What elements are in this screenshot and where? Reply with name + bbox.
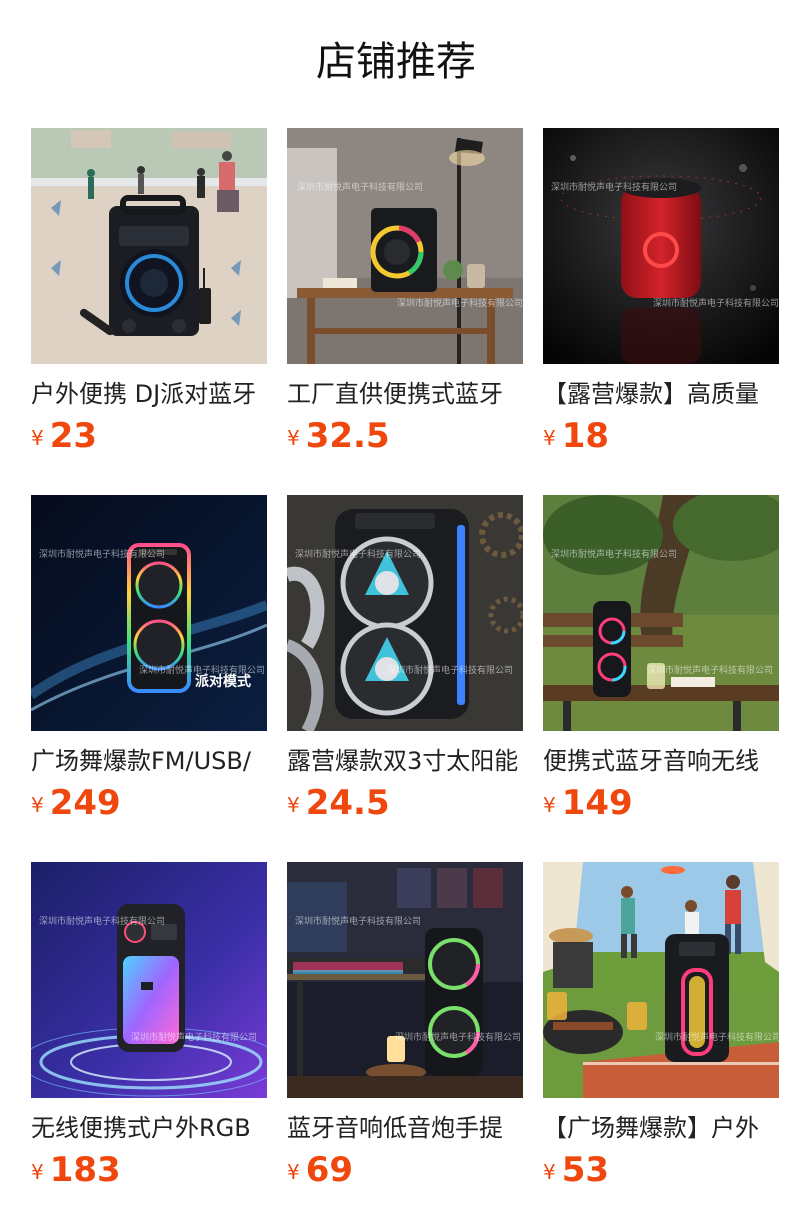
product-price: ¥23 [31,418,267,454]
currency-symbol: ¥ [543,426,556,450]
product-price: ¥149 [543,785,779,821]
currency-symbol: ¥ [31,426,44,450]
watermark-text: 深圳市耐悦声电子科技有限公司 [551,183,678,193]
watermark-text: 深圳市耐悦声电子科技有限公司 [295,550,422,560]
product-card[interactable]: 深圳市耐悦声电子科技有限公司 深圳市耐悦声电子科技有限公司 便携式蓝牙音响无线 … [543,495,779,832]
rgb-tower-speaker-image[interactable]: 深圳市耐悦声电子科技有限公司 深圳市耐悦声电子科技有限公司 派对模式 [31,495,267,731]
currency-symbol: ¥ [31,793,44,817]
watermark-text: 深圳市耐悦声电子科技有限公司 [131,1033,258,1043]
product-price: ¥53 [543,1152,779,1188]
product-name[interactable]: 工厂直供便携式蓝牙 [287,379,523,409]
watermark-text: 深圳市耐悦声电子科技有限公司 [647,666,774,676]
product-name[interactable]: 【露营爆款】高质量 [543,379,779,409]
party-speaker-plaza-image[interactable] [31,128,267,364]
product-price: ¥69 [287,1152,523,1188]
picnic-party-speaker-image[interactable]: 深圳市耐悦声电子科技有限公司 [543,862,779,1098]
product-card[interactable]: 深圳市耐悦声电子科技有限公司 深圳市耐悦声电子科技有限公司 蓝牙音响低音炮手提 … [287,862,523,1199]
party-mode-badge: 派对模式 [195,674,251,690]
price-amount: 23 [49,416,98,456]
watermark-text: 深圳市耐悦声电子科技有限公司 [295,917,422,927]
glitter-speaker-image[interactable]: 深圳市耐悦声电子科技有限公司 深圳市耐悦声电子科技有限公司 [31,862,267,1098]
page-title: 店铺推荐 [316,39,476,85]
product-name[interactable]: 蓝牙音响低音炮手提 [287,1113,523,1143]
robot-speaker-image[interactable]: 深圳市耐悦声电子科技有限公司 深圳市耐悦声电子科技有限公司 [287,495,523,731]
watermark-text: 深圳市耐悦声电子科技有限公司 [39,917,166,927]
product-card[interactable]: 深圳市耐悦声电子科技有限公司 深圳市耐悦声电子科技有限公司 【露营爆款】高质量 … [543,128,779,465]
product-price: ¥18 [543,418,779,454]
watermark-text: 深圳市耐悦声电子科技有限公司 [395,1033,522,1043]
watermark-text: 深圳市耐悦声电子科技有限公司 [551,550,678,560]
price-amount: 32.5 [305,416,390,456]
watermark-text: 深圳市耐悦声电子科技有限公司 [397,299,523,309]
currency-symbol: ¥ [287,793,300,817]
product-card[interactable]: 户外便携 DJ派对蓝牙 ¥23 [31,128,267,465]
product-price: ¥249 [31,785,267,821]
currency-symbol: ¥ [543,1160,556,1184]
watermark-text: 深圳市耐悦声电子科技有限公司 [387,666,514,676]
product-name[interactable]: 广场舞爆款FM/USB/ [31,746,267,776]
product-name[interactable]: 户外便携 DJ派对蓝牙 [31,379,267,409]
product-card[interactable]: 深圳市耐悦声电子科技有限公司 【广场舞爆款】户外 ¥53 [543,862,779,1199]
speaker-on-table-image[interactable]: 深圳市耐悦声电子科技有限公司 深圳市耐悦声电子科技有限公司 [287,128,523,364]
watermark-text: 深圳市耐悦声电子科技有限公司 [655,1033,779,1043]
product-grid: 户外便携 DJ派对蓝牙 ¥23 深圳市耐悦声电子科技有限公司 深圳市耐悦声电子科… [31,128,779,1199]
product-card[interactable]: 深圳市耐悦声电子科技有限公司 深圳市耐悦声电子科技有限公司 露营爆款双3寸太阳能… [287,495,523,832]
watermark-text: 深圳市耐悦声电子科技有限公司 [653,299,779,309]
product-card[interactable]: 深圳市耐悦声电子科技有限公司 深圳市耐悦声电子科技有限公司 无线便携式户外RGB… [31,862,267,1199]
price-amount: 249 [49,783,121,823]
currency-symbol: ¥ [287,426,300,450]
price-amount: 53 [561,1150,610,1190]
product-price: ¥32.5 [287,418,523,454]
price-amount: 18 [561,416,610,456]
product-card[interactable]: 深圳市耐悦声电子科技有限公司 深圳市耐悦声电子科技有限公司 派对模式 广场舞爆款… [31,495,267,832]
price-amount: 183 [49,1150,121,1190]
product-price: ¥24.5 [287,785,523,821]
gaming-desk-speaker-image[interactable]: 深圳市耐悦声电子科技有限公司 深圳市耐悦声电子科技有限公司 [287,862,523,1098]
red-mini-speaker-image[interactable]: 深圳市耐悦声电子科技有限公司 深圳市耐悦声电子科技有限公司 [543,128,779,364]
currency-symbol: ¥ [31,1160,44,1184]
park-bench-speaker-image[interactable]: 深圳市耐悦声电子科技有限公司 深圳市耐悦声电子科技有限公司 [543,495,779,731]
product-price: ¥183 [31,1152,267,1188]
product-name[interactable]: 无线便携式户外RGB [31,1113,267,1143]
price-amount: 149 [561,783,633,823]
watermark-text: 深圳市耐悦声电子科技有限公司 [297,183,424,193]
price-amount: 24.5 [305,783,390,823]
product-name[interactable]: 露营爆款双3寸太阳能 [287,746,523,776]
watermark-text: 深圳市耐悦声电子科技有限公司 [39,550,166,560]
currency-symbol: ¥ [287,1160,300,1184]
currency-symbol: ¥ [543,793,556,817]
product-name[interactable]: 【广场舞爆款】户外 [543,1113,779,1143]
product-name[interactable]: 便携式蓝牙音响无线 [543,746,779,776]
product-card[interactable]: 深圳市耐悦声电子科技有限公司 深圳市耐悦声电子科技有限公司 工厂直供便携式蓝牙 … [287,128,523,465]
price-amount: 69 [305,1150,354,1190]
